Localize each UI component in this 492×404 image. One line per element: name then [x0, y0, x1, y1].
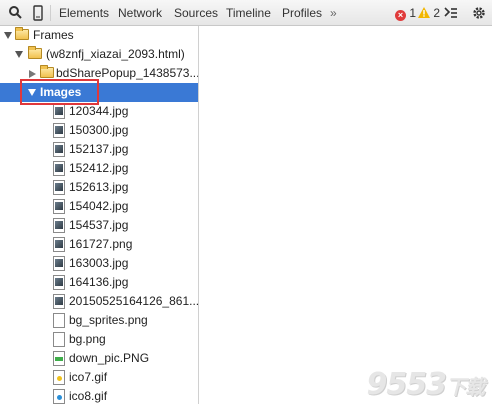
tab-network[interactable]: Network — [118, 0, 162, 26]
tree-item-images[interactable]: Images — [0, 83, 198, 102]
folder-icon — [15, 27, 29, 40]
tree-item-label: (w8znfj_xiazai_2093.html) — [46, 47, 185, 61]
tree-item-label: 164136.jpg — [69, 275, 129, 289]
tree-item-image[interactable]: down_pic.PNG — [0, 349, 198, 368]
tree-item-image[interactable]: ico7.gif — [0, 368, 198, 387]
tree-item-label: 163003.jpg — [69, 256, 129, 270]
image-thumbnail-icon — [53, 123, 65, 138]
tree-item-image[interactable]: 154537.jpg — [0, 216, 198, 235]
tree-item-label: 154042.jpg — [69, 199, 129, 213]
tree-item-image[interactable]: 164136.jpg — [0, 273, 198, 292]
tree-item-label: bg.png — [69, 332, 106, 346]
tree-item-label: Frames — [33, 28, 74, 42]
tree-item-image[interactable]: 154042.jpg — [0, 197, 198, 216]
tree-item-frame[interactable]: (w8znfj_xiazai_2093.html) — [0, 45, 198, 64]
warning-icon — [418, 1, 430, 27]
mobile-device-icon[interactable] — [33, 0, 43, 26]
file-icon — [53, 332, 65, 347]
tree-item-label: ico8.gif — [69, 389, 108, 403]
file-icon — [53, 313, 65, 328]
tree-item-label: ico7.gif — [69, 370, 108, 384]
watermark-logo: 9553下载 — [366, 367, 486, 402]
warning-counter[interactable]: 2 — [418, 0, 440, 26]
expand-arrow-icon[interactable] — [28, 89, 36, 96]
image-thumbnail-icon — [53, 237, 65, 252]
image-thumbnail-icon — [53, 218, 65, 233]
collapse-arrow-icon[interactable] — [29, 70, 36, 78]
tree-item-image[interactable]: 161727.png — [0, 235, 198, 254]
expand-arrow-icon[interactable] — [15, 51, 23, 58]
more-tabs-button[interactable]: » — [330, 0, 337, 26]
tree-item-label: 20150525164126_861... — [69, 294, 199, 308]
tab-timeline[interactable]: Timeline — [226, 0, 271, 26]
tree-item-label: 154537.jpg — [69, 218, 129, 232]
tree-item-label: bg_sprites.png — [69, 313, 148, 327]
expand-arrow-icon[interactable] — [4, 32, 12, 39]
tree-item-label: 120344.jpg — [69, 104, 129, 118]
image-thumbnail-icon — [53, 294, 65, 309]
tree-item-label: Images — [40, 85, 82, 99]
tree-item-label: bdSharePopup_1438573... — [56, 66, 199, 80]
tree-item-label: 152137.jpg — [69, 142, 129, 156]
tree-item-label: 152613.jpg — [69, 180, 129, 194]
tree-item-image[interactable]: 163003.jpg — [0, 254, 198, 273]
tree-item-image[interactable]: bg_sprites.png — [0, 311, 198, 330]
image-thumbnail-icon — [53, 199, 65, 214]
error-counter[interactable]: × 1 — [395, 0, 416, 26]
tree-item-image[interactable]: bg.png — [0, 330, 198, 349]
tree-item-label: 152412.jpg — [69, 161, 129, 175]
error-icon: × — [395, 10, 406, 21]
warning-count: 2 — [433, 6, 441, 20]
resources-tree-panel: Frames (w8znfj_xiazai_2093.html) bdShare… — [0, 26, 199, 404]
toolbar-separator — [50, 5, 51, 21]
image-thumbnail-icon — [53, 104, 65, 119]
file-icon — [53, 389, 65, 404]
tab-sources[interactable]: Sources — [174, 0, 218, 26]
tab-profiles[interactable]: Profiles — [282, 0, 322, 26]
tree-item-image[interactable]: 150300.jpg — [0, 121, 198, 140]
image-thumbnail-icon — [53, 180, 65, 195]
error-count: 1 — [409, 6, 417, 20]
image-thumbnail-icon — [53, 161, 65, 176]
tree-item-image[interactable]: ico8.gif — [0, 387, 198, 404]
console-drawer-icon[interactable] — [444, 0, 458, 26]
tree-item-image[interactable]: 20150525164126_861... — [0, 292, 199, 311]
tree-item-image[interactable]: 152412.jpg — [0, 159, 198, 178]
image-thumbnail-icon — [53, 275, 65, 290]
file-icon — [53, 351, 65, 366]
image-thumbnail-icon — [53, 256, 65, 271]
tree-item-label: down_pic.PNG — [69, 351, 150, 365]
file-icon — [53, 370, 65, 385]
search-icon[interactable] — [8, 0, 22, 26]
image-thumbnail-icon — [53, 142, 65, 157]
folder-icon — [28, 46, 42, 59]
tree-item-frames[interactable]: Frames — [0, 26, 198, 45]
tab-elements[interactable]: Elements — [59, 0, 109, 26]
tree-item-label: 161727.png — [69, 237, 133, 251]
tree-item-image[interactable]: 152613.jpg — [0, 178, 198, 197]
tree-item-image[interactable]: 152137.jpg — [0, 140, 198, 159]
tree-item-image[interactable]: 120344.jpg — [0, 102, 198, 121]
gear-icon[interactable] — [472, 0, 486, 26]
tree-item-label: 150300.jpg — [69, 123, 129, 137]
folder-icon — [40, 65, 54, 78]
tree-item-subframe[interactable]: bdSharePopup_1438573... — [0, 64, 199, 83]
devtools-toolbar: Elements Network Sources Timeline Profil… — [0, 0, 492, 26]
